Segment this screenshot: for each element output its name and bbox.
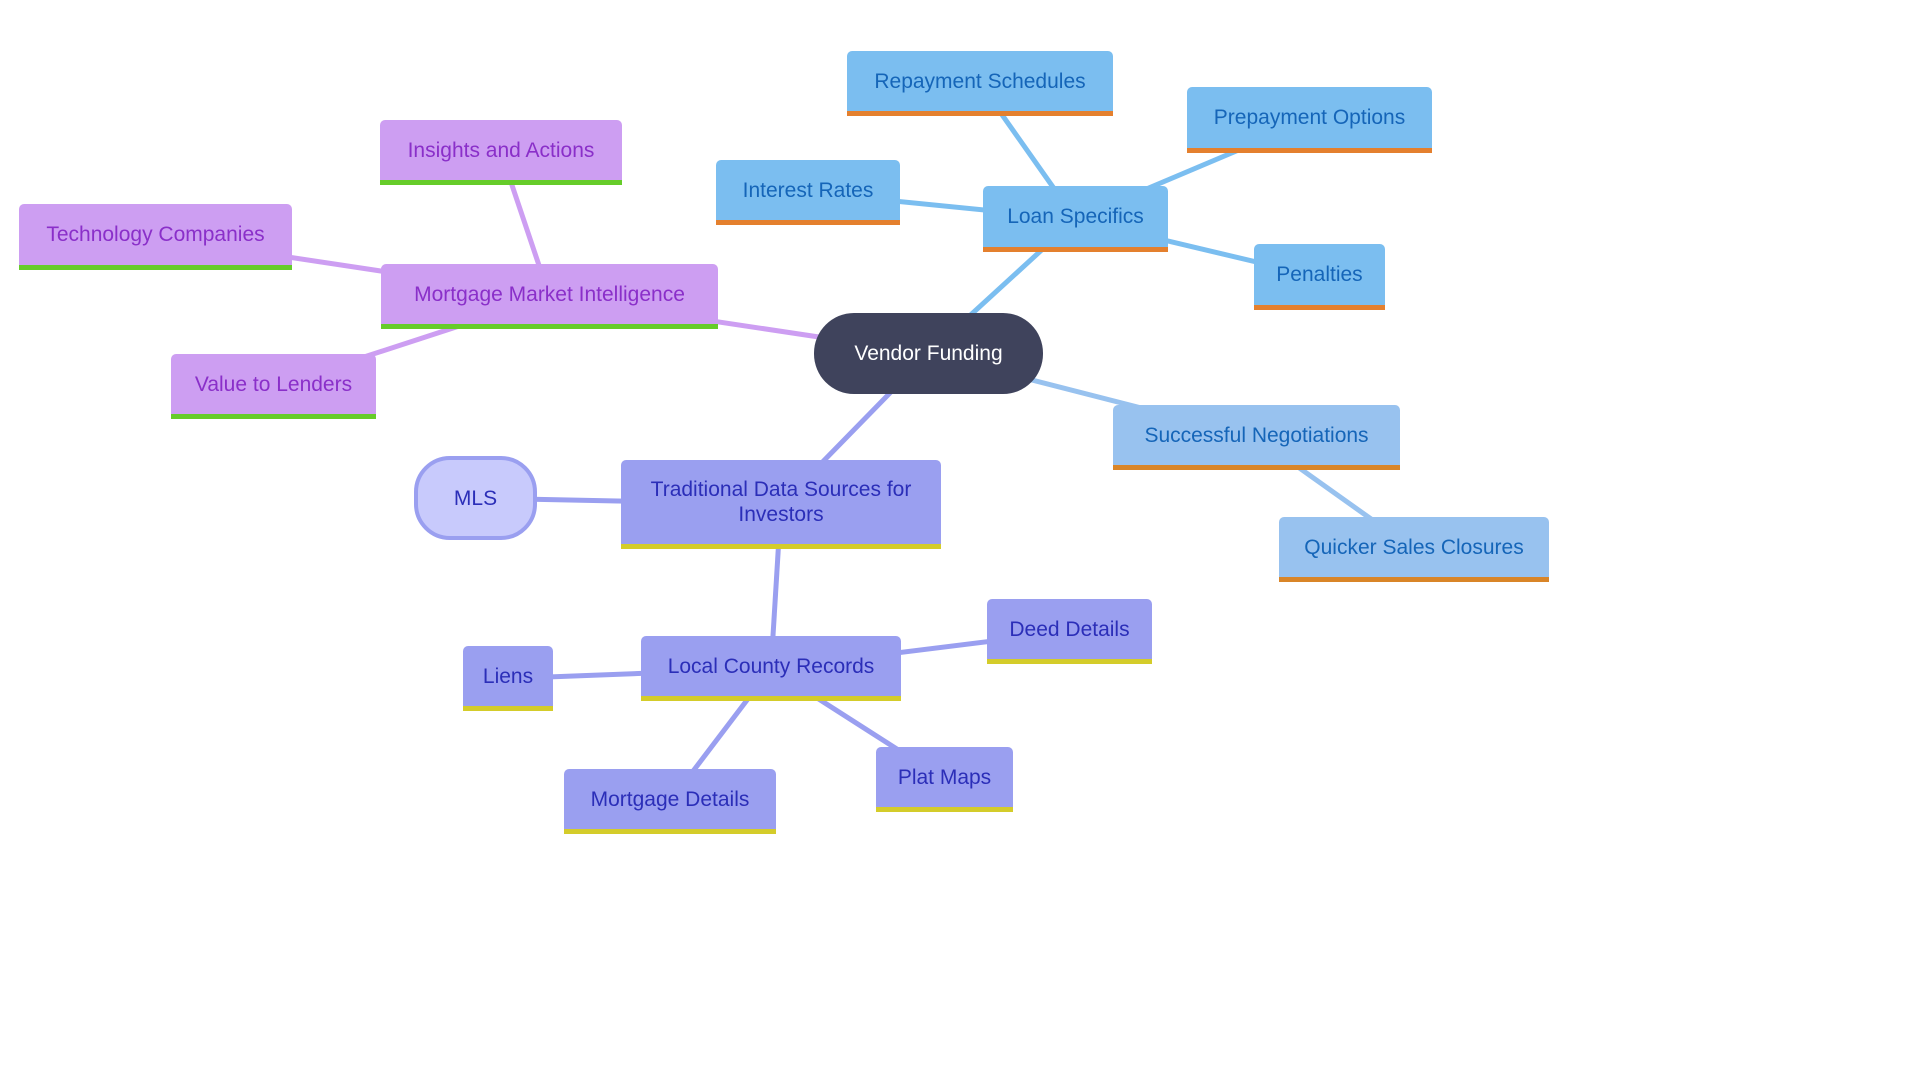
- node-negot[interactable]: Successful Negotiations: [1113, 405, 1400, 470]
- node-penalties[interactable]: Penalties: [1254, 244, 1385, 310]
- node-label: Loan Specifics: [1007, 205, 1144, 228]
- node-mortgage[interactable]: Mortgage Details: [564, 769, 776, 834]
- node-label: Prepayment Options: [1213, 106, 1406, 129]
- node-label: Technology Companies: [46, 223, 265, 246]
- node-label: Vendor Funding: [854, 342, 1003, 365]
- edges-layer: [155, 82, 1416, 804]
- node-label: Traditional Data Sources for Investors: [650, 478, 912, 526]
- node-label: Penalties: [1276, 263, 1363, 286]
- node-plat[interactable]: Plat Maps: [876, 747, 1013, 812]
- node-quicker[interactable]: Quicker Sales Closures: [1279, 517, 1549, 582]
- node-label: Successful Negotiations: [1144, 423, 1369, 447]
- node-label: Insights and Actions: [407, 138, 595, 162]
- node-label: Liens: [482, 664, 534, 688]
- node-prepay[interactable]: Prepayment Options: [1187, 87, 1432, 153]
- node-county[interactable]: Local County Records: [641, 636, 901, 701]
- node-label: Quicker Sales Closures: [1304, 535, 1524, 559]
- node-liens[interactable]: Liens: [463, 646, 553, 711]
- node-label: MLS: [453, 486, 498, 510]
- node-trad[interactable]: Traditional Data Sources for Investors: [621, 460, 941, 549]
- node-loan[interactable]: Loan Specifics: [983, 186, 1168, 252]
- node-label: Local County Records: [667, 654, 875, 678]
- node-label: Mortgage Details: [590, 787, 750, 811]
- node-tech[interactable]: Technology Companies: [19, 204, 292, 270]
- node-interest[interactable]: Interest Rates: [716, 160, 900, 225]
- node-label: Interest Rates: [742, 178, 874, 202]
- node-label: Repayment Schedules: [874, 69, 1086, 93]
- node-mmi[interactable]: Mortgage Market Intelligence: [381, 264, 718, 329]
- node-label: Plat Maps: [897, 765, 992, 789]
- node-root[interactable]: Vendor Funding: [814, 313, 1043, 394]
- node-value[interactable]: Value to Lenders: [171, 354, 376, 419]
- node-deed[interactable]: Deed Details: [987, 599, 1152, 664]
- node-label: Mortgage Market Intelligence: [414, 282, 685, 306]
- node-label: Value to Lenders: [194, 372, 353, 396]
- node-mls[interactable]: MLS: [414, 456, 537, 540]
- node-repay[interactable]: Repayment Schedules: [847, 51, 1113, 116]
- node-label: Deed Details: [1009, 617, 1130, 641]
- node-insights[interactable]: Insights and Actions: [380, 120, 622, 185]
